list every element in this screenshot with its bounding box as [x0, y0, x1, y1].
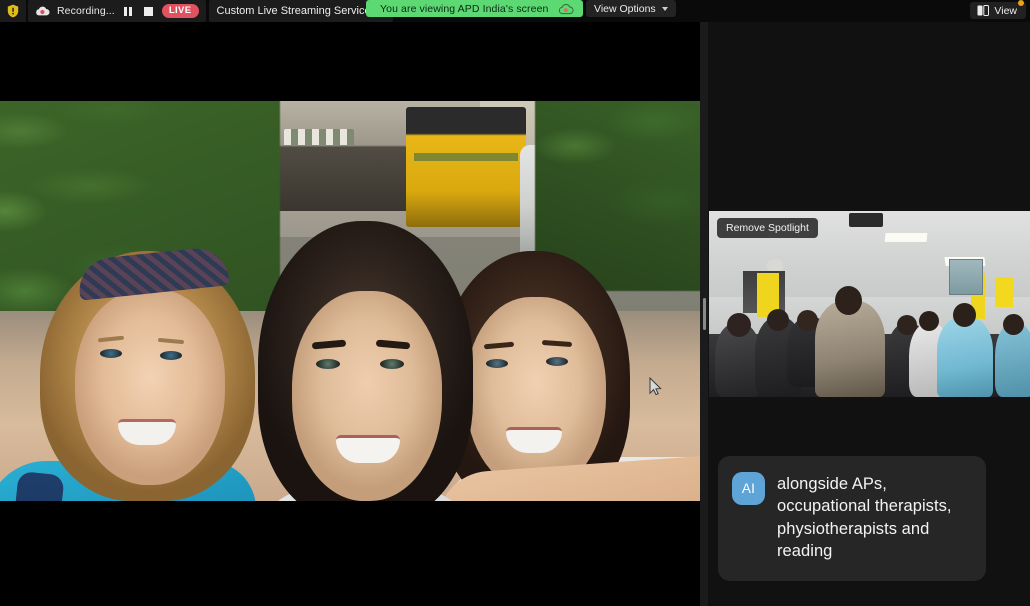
video-window [949, 259, 983, 295]
participants-panel: Remove Spotlight AI alongside APs, occup… [708, 22, 1030, 606]
ai-avatar: AI [732, 472, 765, 505]
ai-caption-text: alongside APs, occupational therapists, … [777, 475, 952, 561]
chevron-down-icon [661, 6, 668, 11]
ai-caption-card: AI alongside APs, occupational therapist… [718, 456, 986, 581]
view-options-button[interactable]: View Options [586, 0, 676, 17]
viewing-screen-label: You are viewing APD India's screen [380, 2, 549, 15]
streaming-service-label: Custom Live Streaming Service [216, 5, 371, 17]
view-notification-dot [1018, 0, 1024, 6]
live-badge: LIVE [161, 4, 199, 18]
view-button[interactable]: View [970, 0, 1026, 19]
view-options-label: View Options [594, 2, 656, 15]
video-presenter [815, 301, 885, 397]
meeting-window: Recording... LIVE Custom Live Streaming … [0, 0, 1030, 606]
cloud-record-icon [36, 6, 50, 16]
spotlight-video-tile[interactable]: Remove Spotlight [709, 211, 1030, 397]
recording-controls: Recording... LIVE [28, 0, 206, 22]
streaming-service-selector[interactable]: Custom Live Streaming Service [208, 0, 393, 22]
security-shield-icon[interactable] [0, 0, 26, 22]
drag-handle-icon[interactable] [702, 298, 706, 330]
toolbar-left-group: Recording... LIVE Custom Live Streaming … [0, 0, 393, 22]
layout-view-icon [977, 5, 990, 16]
pause-icon[interactable] [122, 5, 135, 18]
recording-label: Recording... [57, 5, 115, 17]
cloud-record-icon [559, 3, 574, 14]
video-projector [849, 213, 883, 227]
video-wall-fan [767, 259, 783, 271]
stop-icon[interactable] [142, 5, 155, 18]
photo-awning [284, 129, 354, 145]
video-audience [709, 286, 1030, 397]
remove-spotlight-button[interactable]: Remove Spotlight [717, 218, 818, 238]
shared-screen-stage[interactable] [0, 22, 700, 606]
top-toolbar: Recording... LIVE Custom Live Streaming … [0, 0, 1030, 22]
video-ceiling-light [884, 233, 928, 242]
photo-yellow-bus [406, 107, 526, 227]
video-participant-saree [937, 317, 993, 397]
viewing-screen-banner: You are viewing APD India's screen [366, 0, 584, 17]
panel-divider[interactable] [700, 22, 708, 606]
view-button-label: View [994, 4, 1017, 17]
shared-photo [0, 101, 700, 501]
